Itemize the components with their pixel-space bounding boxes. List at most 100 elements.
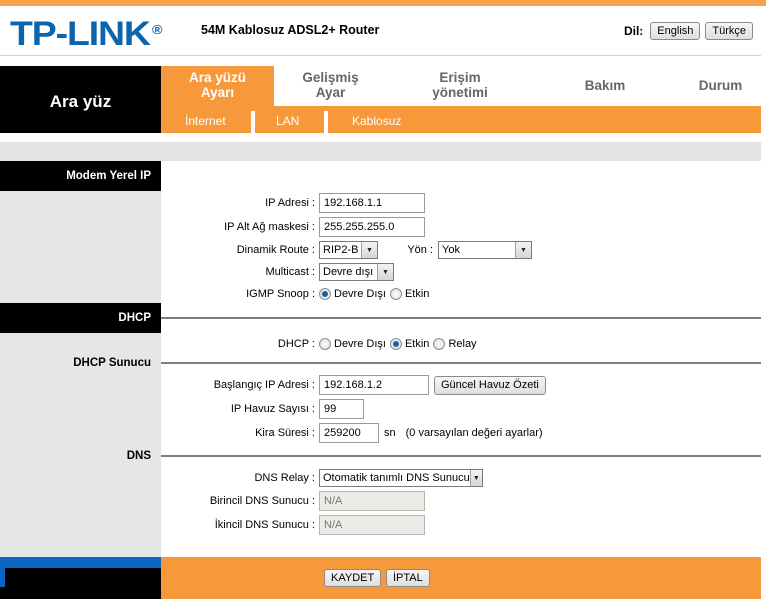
dhcp-disabled-radio[interactable] [319, 338, 331, 350]
ip-address-row: IP Adresi : 192.168.1.1 [161, 192, 761, 214]
radio-label: Relay [448, 338, 477, 350]
footer-blue-accent [0, 568, 5, 587]
subnet-mask-input[interactable]: 255.255.255.0 [319, 217, 425, 237]
igmp-enabled-option[interactable]: Etkin [389, 288, 430, 300]
radio-label: Etkin [404, 288, 430, 300]
subnet-mask-row: IP Alt Ağ maskesi : 255.255.255.0 [161, 216, 761, 238]
footer-actions: KAYDET İPTAL [161, 557, 761, 599]
turkish-button[interactable]: Türkçe [705, 22, 753, 40]
lease-time-unit: sn [384, 427, 396, 439]
dns-relay-value: Otomatik tanımlı DNS Sunucu [323, 472, 470, 484]
save-button[interactable]: KAYDET [324, 569, 382, 587]
secondary-dns-row: İkincil DNS Sunucu : N/A [161, 514, 761, 536]
dynamic-route-row: Dinamik Route : RIP2-B ▼ Yön : Yok ▼ [161, 239, 761, 261]
tab-label-line2: yönetimi [432, 85, 488, 100]
section-dhcp-server: DHCP Sunucu [73, 357, 151, 369]
multicast-value: Devre dışı [323, 266, 374, 278]
igmp-snoop-label: IGMP Snoop : [246, 288, 315, 300]
lease-time-row: Kira Süresi : 259200 sn (0 varsayılan de… [161, 422, 761, 444]
direction-select[interactable]: Yok ▼ [438, 241, 532, 259]
igmp-enabled-radio[interactable] [389, 288, 402, 300]
tab-interface-setup[interactable]: Ara yüzü Ayarı [161, 66, 274, 106]
subtab-lan[interactable]: LAN [276, 106, 299, 133]
model-name: 54M Kablosuz ADSL2+ Router [201, 23, 380, 37]
dhcp-disabled-option[interactable]: Devre Dışı [319, 338, 386, 350]
tab-access-management[interactable]: Erişim yönetimi [400, 66, 520, 106]
dynamic-route-select[interactable]: RIP2-B ▼ [319, 241, 378, 259]
tab-label: Durum [698, 77, 743, 93]
subnav-divider [251, 111, 255, 133]
primary-dns-input[interactable]: N/A [319, 491, 425, 511]
tab-maintenance[interactable]: Bakım [560, 66, 650, 106]
igmp-snoop-row: IGMP Snoop : Devre Dışı Etkin [161, 283, 761, 305]
subtab-wireless[interactable]: Kablosuz [352, 106, 401, 133]
chevron-down-icon: ▼ [469, 470, 482, 486]
section-modem-local-ip: Modem Yerel IP [0, 161, 161, 191]
dns-relay-label: DNS Relay : [254, 472, 315, 484]
igmp-disabled-radio[interactable] [319, 288, 331, 300]
nav-section-title: Ara yüz [0, 66, 161, 133]
english-button[interactable]: English [650, 22, 701, 40]
pool-count-row: IP Havuz Sayısı : 99 [161, 398, 761, 420]
section-divider [161, 362, 761, 364]
brand-name: TP-LINK [10, 15, 151, 53]
dhcp-enabled-radio[interactable] [389, 338, 402, 350]
tab-label-line1: Ara yüzü [188, 70, 246, 85]
tab-label-line2: Ayarı [200, 85, 235, 100]
radio-label: Devre Dışı [334, 338, 386, 350]
secondary-dns-label: İkincil DNS Sunucu : [214, 519, 315, 531]
radio-label: Devre Dışı [334, 288, 386, 300]
multicast-label: Multicast : [265, 266, 315, 278]
chevron-down-icon: ▼ [515, 242, 531, 258]
current-pool-summary-button[interactable]: Güncel Havuz Özeti [434, 375, 546, 395]
chevron-down-icon: ▼ [377, 264, 393, 280]
language-selector: Dil: English Türkçe [624, 22, 753, 40]
footer-blue-accent [0, 557, 161, 568]
subnav-divider [324, 111, 328, 133]
section-dhcp: DHCP [0, 303, 161, 333]
footer-bar: KAYDET İPTAL [0, 557, 761, 599]
igmp-disabled-option[interactable]: Devre Dışı [319, 288, 386, 300]
dynamic-route-value: RIP2-B [323, 244, 359, 256]
dhcp-enabled-option[interactable]: Etkin [389, 338, 430, 350]
tp-link-logo: TP-LINK ® [10, 15, 163, 53]
primary-dns-row: Birincil DNS Sunucu : N/A [161, 490, 761, 512]
sub-nav: İnternet LAN Kablosuz [161, 106, 761, 133]
tab-label-line1: Gelişmiş [302, 70, 359, 85]
dns-relay-row: DNS Relay : Otomatik tanımlı DNS Sunucu … [161, 467, 761, 489]
tab-label-line2: Ayar [315, 85, 346, 100]
pool-count-label: IP Havuz Sayısı : [230, 403, 315, 415]
registered-mark: ® [152, 22, 163, 37]
content-top-strip [0, 142, 761, 161]
direction-value: Yok [442, 244, 460, 256]
language-label: Dil: [623, 24, 644, 38]
chevron-down-icon: ▼ [361, 242, 377, 258]
dhcp-relay-option[interactable]: Relay [433, 338, 477, 350]
start-ip-input[interactable]: 192.168.1.2 [319, 375, 429, 395]
ip-address-label: IP Adresi : [265, 197, 315, 209]
tab-status[interactable]: Durum [680, 66, 761, 106]
section-divider [161, 455, 761, 457]
dhcp-mode-label: DHCP : [277, 338, 315, 350]
lease-time-label: Kira Süresi : [255, 427, 315, 439]
tab-label: Bakım [584, 77, 626, 93]
tab-advanced-setup[interactable]: Gelişmiş Ayar [274, 66, 387, 106]
subtab-internet[interactable]: İnternet [185, 106, 226, 133]
multicast-select[interactable]: Devre dışı ▼ [319, 263, 394, 281]
ip-address-input[interactable]: 192.168.1.1 [319, 193, 425, 213]
start-ip-row: Başlangıç IP Adresi : 192.168.1.2 Güncel… [161, 374, 761, 396]
cancel-button[interactable]: İPTAL [386, 569, 430, 587]
dns-relay-select[interactable]: Otomatik tanımlı DNS Sunucu ▼ [319, 469, 483, 487]
section-divider [161, 317, 761, 319]
direction-label: Yön : [407, 244, 433, 256]
lease-time-input[interactable]: 259200 [319, 423, 379, 443]
secondary-dns-input[interactable]: N/A [319, 515, 425, 535]
tab-label-line1: Erişim [439, 70, 481, 85]
section-dns: DNS [126, 450, 151, 462]
primary-dns-label: Birincil DNS Sunucu : [209, 495, 315, 507]
pool-count-input[interactable]: 99 [319, 399, 364, 419]
dhcp-relay-radio[interactable] [433, 338, 446, 350]
radio-label: Etkin [404, 338, 430, 350]
dhcp-mode-row: DHCP : Devre Dışı Etkin Relay [161, 333, 761, 355]
main-nav: Ara yüz Ara yüzü Ayarı Gelişmiş Ayar Erişi… [0, 66, 761, 133]
